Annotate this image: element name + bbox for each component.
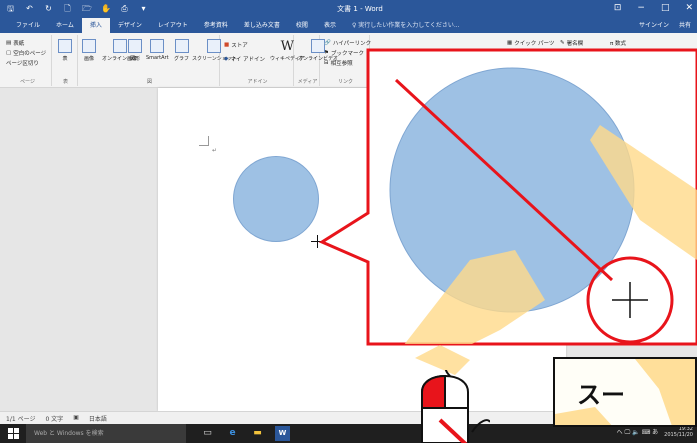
page-count[interactable]: 1/1 ページ [6, 414, 35, 423]
tab-design[interactable]: デザイン [110, 18, 150, 33]
document-page[interactable]: ↵ [158, 88, 566, 411]
tab-mailings[interactable]: 差し込み文書 [236, 18, 288, 33]
cover-page-button[interactable]: ▤ 表紙 [6, 39, 24, 47]
tab-view[interactable]: 表示 [316, 18, 344, 33]
windows-start-icon[interactable] [8, 428, 19, 439]
blank-page-button[interactable]: ▢ 空白のページ [6, 49, 46, 57]
close-button[interactable]: ✕ [685, 3, 693, 13]
ribbon: ▤ 表紙 ▢ 空白のページ ページ区切り ページ 表 表 画像 オンライン画像 図形 [0, 33, 697, 88]
store-button[interactable]: ■ ストア [224, 41, 248, 49]
group-pages: ▤ 表紙 ▢ 空白のページ ページ区切り ページ [4, 35, 52, 86]
touch-mode-icon[interactable]: ✋ [101, 4, 111, 13]
group-addins: ■ ストア ◆ マイ アドイン W ウィキペディア アドイン [222, 35, 305, 86]
edge-browser-icon[interactable]: e [225, 426, 240, 441]
caption-box: スー [553, 357, 697, 427]
margin-corner-mark [199, 136, 209, 146]
tab-insert[interactable]: 挿入 [81, 18, 110, 33]
signature-icon: ✎ [560, 40, 565, 46]
picture-icon [82, 39, 96, 53]
my-addins-icon: ◆ [224, 56, 229, 62]
open-icon[interactable]: 🗁 [82, 4, 92, 13]
taskbar-clock[interactable]: 19:32 2015/11/20 [664, 426, 693, 438]
task-view-icon[interactable]: ▭ [200, 426, 215, 441]
tell-me-search[interactable]: ♀ 実行したい作業を入力してください... [352, 18, 460, 33]
caption-text: スー [577, 381, 625, 409]
tab-home[interactable]: ホーム [48, 18, 82, 33]
group-links: 🔗 ハイパーリンク ⚑ ブックマーク ⊟ 相互参照 リンク [322, 35, 371, 86]
language-indicator[interactable]: 日本語 [89, 414, 107, 423]
wikipedia-icon: W [280, 39, 295, 54]
crosshair-cursor-icon [311, 235, 324, 248]
store-icon: ■ [224, 42, 230, 48]
word-app-icon[interactable]: W [275, 426, 290, 441]
maximize-button[interactable]: □ [661, 3, 670, 13]
table-icon [58, 39, 72, 53]
proofing-icon[interactable]: ▣ [73, 414, 79, 423]
bookmark-icon: ⚑ [324, 50, 329, 56]
tab-review[interactable]: 校閲 [288, 18, 316, 33]
group-label-pages: ページ [20, 79, 35, 85]
window-title: 文書 1 - Word [337, 5, 383, 13]
group-label-addins: アドイン [247, 79, 268, 85]
group-label-media: メディア [297, 79, 318, 85]
new-document-icon[interactable]: 🗋 [63, 4, 72, 13]
screenshot-icon [207, 39, 222, 53]
taskbar-search-box[interactable]: Web と Windows を検索 [26, 424, 186, 443]
online-picture-icon [112, 39, 127, 53]
group-label-illustrations: 図 [146, 79, 152, 85]
group-media: オンラインビデオ メディア [296, 35, 338, 86]
oval-shape[interactable] [233, 156, 319, 242]
mouse-drag-illustration [421, 370, 490, 443]
blank-page-icon: ▢ [6, 50, 12, 56]
group-label-links: リンク [337, 79, 353, 85]
customize-qat-icon[interactable]: ▾ [139, 4, 148, 13]
cross-reference-button[interactable]: ⊟ 相互参照 [324, 59, 353, 67]
paragraph-mark: ↵ [212, 147, 218, 154]
smartart-button[interactable]: SmartArt [146, 39, 169, 61]
page-break-button[interactable]: ページ区切り [6, 59, 39, 67]
shapes-button[interactable]: 図形 [128, 39, 142, 62]
quick-parts-icon: ▦ [507, 40, 513, 46]
quick-access-toolbar: 🖫 ↶ ↻ 🗋 🗁 ✋ ⎙ ▾ [6, 4, 148, 13]
cross-reference-icon: ⊟ [324, 60, 329, 66]
file-explorer-icon[interactable]: ▬ [250, 426, 265, 441]
group-illustrations: 画像 オンライン画像 図形 SmartArt グラフ スクリーンショット 図 [80, 35, 237, 86]
chart-button[interactable]: グラフ [174, 39, 189, 62]
equation-button[interactable]: π 数式 [610, 39, 626, 47]
cover-page-icon: ▤ [6, 40, 12, 46]
save-icon[interactable]: 🖫 [6, 4, 15, 13]
word-count[interactable]: 0 文字 [45, 414, 63, 423]
tab-references[interactable]: 参考資料 [196, 18, 236, 33]
hyperlink-icon: 🔗 [324, 40, 331, 46]
bookmark-button[interactable]: ⚑ ブックマーク [324, 49, 364, 57]
tab-layout[interactable]: レイアウト [150, 18, 196, 33]
tab-file[interactable]: ファイル [8, 18, 48, 33]
signature-line-button[interactable]: ✎ 署名欄 [560, 39, 583, 47]
group-label-tables: 表 [62, 79, 68, 85]
group-tables: 表 表 [54, 35, 78, 86]
hyperlink-button[interactable]: 🔗 ハイパーリンク [324, 39, 371, 47]
redo-icon[interactable]: ↻ [44, 4, 53, 13]
quick-parts-button[interactable]: ▦ クイック パーツ [507, 39, 554, 47]
ribbon-display-button[interactable]: ⊡ [614, 3, 622, 13]
smartart-icon [150, 39, 165, 53]
ribbon-tabs: ファイル ホーム 挿入 デザイン レイアウト 参考資料 差し込み文書 校閲 表示… [0, 18, 697, 33]
mouse-left-button-pressed [421, 374, 446, 409]
table-button[interactable]: 表 [58, 39, 72, 62]
title-bar: 🖫 ↶ ↻ 🗋 🗁 ✋ ⎙ ▾ 文書 1 - Word ⊡ − □ ✕ [0, 0, 697, 18]
print-preview-icon[interactable]: ⎙ [120, 4, 129, 13]
signin-link[interactable]: サインイン [639, 18, 669, 33]
undo-icon[interactable]: ↶ [25, 4, 34, 13]
system-tray-icons[interactable]: へ 🖵 🔈 ⌨ あ [617, 427, 659, 437]
shapes-icon [128, 39, 142, 53]
my-addins-button[interactable]: ◆ マイ アドイン [224, 55, 265, 63]
share-button[interactable]: 共有 [679, 18, 691, 33]
picture-button[interactable]: 画像 [82, 39, 96, 62]
window-controls: ⊡ − □ ✕ [614, 3, 693, 13]
chart-icon [174, 39, 189, 53]
minimize-button[interactable]: − [637, 3, 645, 13]
